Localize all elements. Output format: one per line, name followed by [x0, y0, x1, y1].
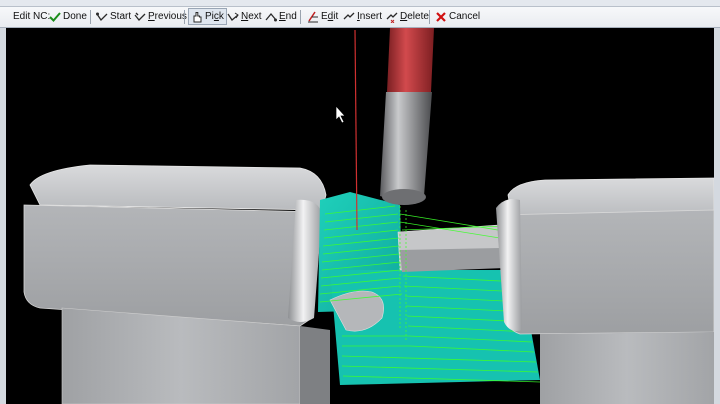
delete-icon [386, 12, 398, 23]
edit-button[interactable]: Edit [305, 8, 340, 25]
cutting-tool [380, 92, 432, 204]
path-previous-icon [134, 12, 146, 21]
path-next-icon [227, 12, 239, 21]
edit-nc-label: Edit NC: [13, 11, 51, 22]
3d-graphics-viewport[interactable] [6, 28, 714, 404]
insert-button[interactable]: Insert [341, 8, 384, 25]
next-button-label: Next [241, 10, 262, 22]
end-button-label: End [279, 10, 297, 22]
cancel-x-icon [436, 11, 446, 22]
end-button[interactable]: End [263, 8, 299, 25]
done-button[interactable]: Done [47, 8, 89, 25]
right-block-front [497, 209, 714, 335]
left-block-top [29, 164, 327, 211]
toolbar-separator [90, 10, 91, 24]
insert-icon [343, 12, 355, 19]
start-button-label: Start [110, 10, 132, 22]
previous-button-label: Previous [148, 10, 187, 22]
right-pillar [540, 332, 714, 404]
delete-button[interactable]: Delete [384, 8, 431, 25]
insert-button-label: Insert [357, 10, 383, 22]
left-block-front [23, 204, 323, 327]
toolbar-separator [429, 10, 430, 24]
mouse-cursor [335, 105, 346, 124]
viewport-frame-right [714, 28, 720, 404]
path-end-icon [265, 12, 277, 21]
delete-button-label: Delete [400, 10, 429, 22]
next-button[interactable]: Next [225, 8, 264, 25]
toolbar-separator [300, 10, 301, 24]
tool-holder [387, 28, 434, 92]
previous-button[interactable]: Previous [132, 8, 189, 25]
path-start-icon [96, 12, 108, 21]
pick-button[interactable]: Pick [188, 8, 227, 25]
pick-hand-icon [193, 11, 202, 22]
cancel-button[interactable]: Cancel [433, 8, 482, 25]
check-icon [49, 11, 61, 22]
pick-button-label: Pick [205, 10, 224, 22]
cam-application-window: Edit NC: Done Start Previous Pick Next E… [0, 0, 720, 404]
cancel-button-label: Cancel [449, 10, 481, 22]
toolbar-separator [184, 10, 185, 24]
start-button[interactable]: Start [94, 8, 133, 25]
done-button-label: Done [63, 10, 87, 22]
edit-button-label: Edit [321, 10, 339, 22]
machining-scene [23, 28, 714, 404]
top-menu-strip-cropped [0, 0, 720, 7]
edit-icon [308, 11, 318, 22]
edit-nc-toolbar: Edit NC: Done Start Previous Pick Next E… [0, 7, 720, 28]
